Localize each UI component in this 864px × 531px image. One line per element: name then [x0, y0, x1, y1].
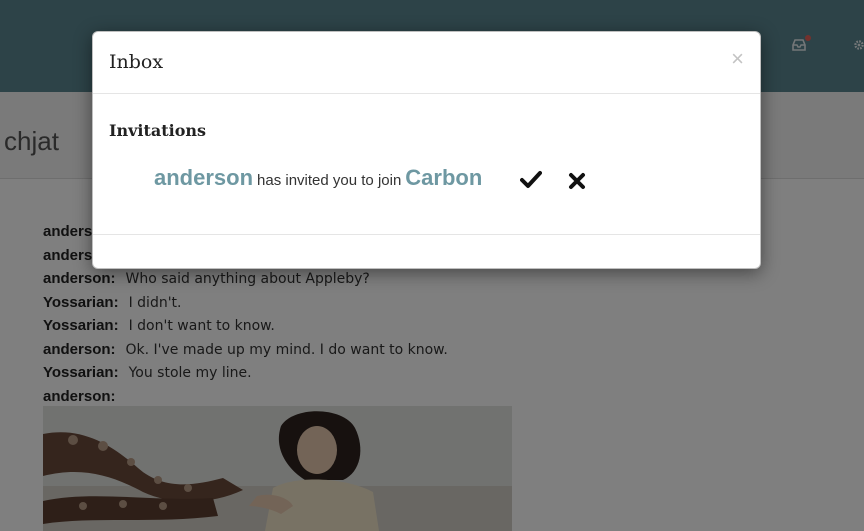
invite-sender[interactable]: anderson: [154, 165, 253, 190]
accept-check-icon[interactable]: [520, 170, 542, 190]
inbox-modal: Inbox × Invitations anderson has invited …: [92, 31, 761, 269]
invite-room[interactable]: Carbon: [405, 165, 482, 190]
invitations-heading: Invitations: [109, 121, 207, 140]
modal-title: Inbox: [109, 51, 164, 73]
modal-body: Invitations anderson has invited you to j…: [93, 94, 760, 235]
invite-message: has invited you to join: [257, 172, 402, 189]
close-button[interactable]: ×: [731, 48, 744, 70]
decline-x-icon[interactable]: [568, 171, 586, 191]
modal-header: Inbox ×: [93, 32, 760, 94]
invitation-item: anderson has invited you to join Carbon: [154, 165, 482, 191]
